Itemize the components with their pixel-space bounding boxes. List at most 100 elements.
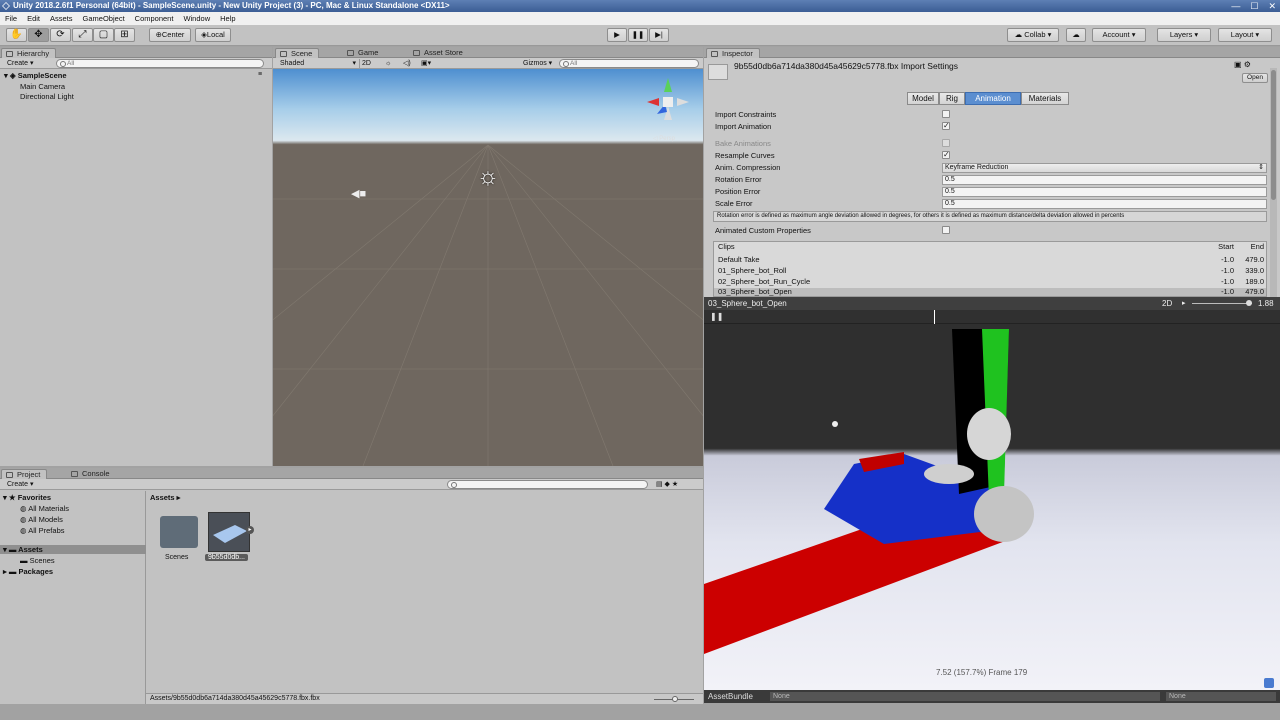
pivot-local-button[interactable]: ◈Local [195, 28, 231, 42]
anim-compression-dropdown[interactable]: Keyframe Reduction ⇕ [942, 163, 1267, 173]
scene-menu-icon[interactable]: ≡ [258, 71, 262, 78]
scene-search-input[interactable]: All [559, 59, 699, 68]
effects-dropdown[interactable]: ▣▾ [419, 59, 431, 68]
tab-rig[interactable]: Rig [939, 92, 965, 105]
inspector-scrollbar[interactable] [1270, 68, 1277, 297]
assets-node[interactable]: ▾ ▬ Assets [0, 545, 146, 554]
hand-tool-button[interactable]: ✋ [6, 28, 27, 42]
account-dropdown[interactable]: Account ▾ [1092, 28, 1146, 42]
hierarchy-search-input[interactable]: All [56, 59, 264, 68]
tab-scene[interactable]: Scene [275, 48, 320, 58]
transform-tool-button[interactable]: ⊞ [114, 28, 135, 42]
preview-pause-button[interactable]: ❚❚ [710, 312, 723, 321]
minimize-button[interactable]: — [1231, 1, 1240, 11]
scene-root[interactable]: ▾ ◈ SampleScene [4, 71, 67, 80]
tab-inspector[interactable]: Inspector [706, 48, 760, 58]
window-title: Unity 2018.2.6f1 Personal (64bit) - Samp… [13, 1, 450, 10]
scale-tool-button[interactable]: ⤢ [72, 28, 93, 42]
move-tool-button[interactable]: ✥ [28, 28, 49, 42]
window-controls: — ☐ ✕ [1231, 0, 1276, 12]
assets-child-scenes[interactable]: ▬ Scenes [20, 556, 55, 565]
gizmos-dropdown[interactable]: Gizmos ▾ [521, 59, 552, 68]
scene-orientation-gizmo[interactable] [643, 74, 693, 134]
preview-2d-toggle[interactable]: 2D [1162, 299, 1172, 308]
2d-toggle[interactable]: 2D [359, 59, 375, 68]
menu-assets[interactable]: Assets [45, 14, 78, 23]
clip-row[interactable]: 02_Sphere_bot_Run_Cycle -1.0 189.0 [714, 277, 1266, 287]
step-button[interactable]: ▶| [649, 28, 669, 42]
cloud-icon: ☁ [1014, 30, 1023, 39]
camera-gizmo-icon[interactable]: ◀■ [351, 187, 366, 200]
grid-item-label[interactable]: Scenes [165, 554, 188, 561]
close-button[interactable]: ✕ [1268, 1, 1276, 12]
rotation-error-field[interactable]: 0.5 [942, 175, 1267, 185]
hierarchy-item-main-camera[interactable]: Main Camera [20, 82, 65, 91]
favorite-item[interactable]: ◍ All Materials [20, 504, 69, 513]
favorite-item[interactable]: ◍ All Models [20, 515, 63, 524]
position-error-field[interactable]: 0.5 [942, 187, 1267, 197]
scale-error-field[interactable]: 0.5 [942, 199, 1267, 209]
maximize-button[interactable]: ☐ [1250, 1, 1258, 12]
expand-asset-icon[interactable]: ▸ [246, 526, 254, 534]
directional-light-gizmo-icon[interactable]: ☼ [474, 163, 502, 191]
grid-item-label-selected[interactable]: 9b55d0db... [205, 554, 248, 561]
rotate-tool-button[interactable]: ⟳ [50, 28, 71, 42]
cloud-services-button[interactable]: ☁ [1066, 28, 1086, 42]
assetbundle-name-dropdown[interactable]: None [770, 692, 1160, 701]
pivot-center-button[interactable]: ⊕Center [149, 28, 191, 42]
scenes-folder-icon[interactable] [160, 516, 198, 548]
clip-row-selected[interactable]: 03_Sphere_bot_Open -1.0 479.0 [714, 288, 1266, 296]
clip-row[interactable]: 01_Sphere_bot_Roll -1.0 339.0 [714, 266, 1266, 276]
tab-materials[interactable]: Materials [1021, 92, 1069, 105]
rect-tool-button[interactable]: ▢ [93, 28, 114, 42]
menu-file[interactable]: File [0, 14, 22, 23]
tab-console[interactable]: Console [67, 469, 116, 479]
preview-timeline[interactable]: ❚❚ [704, 310, 1280, 324]
fbx-model-thumbnail[interactable] [208, 512, 250, 552]
favorites-node[interactable]: ▾ ★ Favorites [3, 493, 51, 502]
inspector-lock-icon[interactable]: ▣ ⚙ [1234, 60, 1251, 69]
packages-node[interactable]: ▸ ▬ Packages [3, 567, 53, 576]
menu-edit[interactable]: Edit [22, 14, 45, 23]
audio-toggle[interactable]: ◁) [401, 59, 411, 68]
filter-icons[interactable]: ▤ ◆ ★ [656, 480, 678, 488]
layers-dropdown[interactable]: Layers ▾ [1157, 28, 1211, 42]
tab-hierarchy[interactable]: Hierarchy [1, 48, 57, 58]
tab-model[interactable]: Model [907, 92, 939, 105]
layout-dropdown[interactable]: Layout ▾ [1218, 28, 1272, 42]
tab-game[interactable]: Game [343, 48, 384, 58]
menu-component[interactable]: Component [130, 14, 179, 23]
scene-viewport[interactable]: ☼ ◀■ ◁ Persp [273, 69, 703, 466]
speed-slider-thumb[interactable] [1246, 300, 1252, 306]
pause-button[interactable]: ❚❚ [628, 28, 648, 42]
animated-custom-properties-checkbox[interactable] [942, 226, 950, 234]
import-constraints-checkbox[interactable] [942, 110, 950, 118]
menu-help[interactable]: Help [215, 14, 240, 23]
hierarchy-create-button[interactable]: Create ▾ [5, 59, 33, 68]
play-button[interactable]: ▶ [607, 28, 627, 42]
project-search-input[interactable] [447, 480, 648, 489]
lighting-toggle[interactable]: ☼ [383, 59, 391, 68]
shading-mode-dropdown[interactable]: Shaded ▾ [278, 59, 356, 68]
collab-button[interactable]: ☁ Collab ▾ [1007, 28, 1059, 42]
preview-settings-icon[interactable] [1264, 678, 1274, 688]
open-button[interactable]: Open [1242, 73, 1268, 83]
resample-curves-checkbox[interactable]: ✓ [942, 151, 950, 159]
animation-preview-viewport[interactable]: 7.52 (157.7%) Frame 179 [704, 324, 1280, 690]
timeline-playhead[interactable] [934, 310, 935, 324]
project-create-button[interactable]: Create ▾ [5, 480, 33, 489]
speed-slider[interactable] [1192, 303, 1252, 304]
project-breadcrumb[interactable]: Assets ▸ [150, 493, 180, 502]
tab-animation[interactable]: Animation [965, 92, 1021, 105]
favorite-item[interactable]: ◍ All Prefabs [20, 526, 65, 535]
menu-gameobject[interactable]: GameObject [78, 14, 130, 23]
tab-asset-store[interactable]: Asset Store [409, 48, 469, 58]
hierarchy-item-directional-light[interactable]: Directional Light [20, 92, 74, 101]
persp-label[interactable]: ◁ Persp [653, 135, 675, 142]
assetbundle-variant-dropdown[interactable]: None [1166, 692, 1276, 701]
menu-window[interactable]: Window [178, 14, 215, 23]
import-animation-checkbox[interactable]: ✓ [942, 122, 950, 130]
clip-row[interactable]: Default Take -1.0 479.0 [714, 255, 1266, 265]
tab-project[interactable]: Project [1, 469, 48, 479]
thumbnail-size-thumb[interactable] [672, 696, 678, 702]
